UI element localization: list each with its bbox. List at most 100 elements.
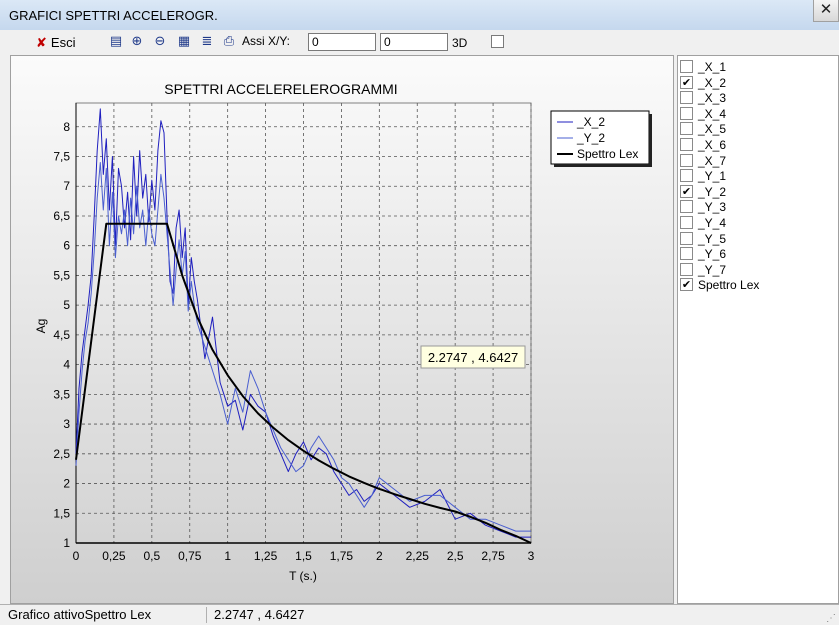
x-tick-label: 1 (224, 549, 231, 563)
spectra-chart[interactable]: 1 1,5 2 2,5 3 3,5 4 4,5 5 5,5 6 6,5 7 7,5 8 0 0,25 0,5 0,7… (11, 56, 673, 603)
y-tick-label: 6 (63, 239, 70, 253)
y-tick-label: 5 (63, 298, 70, 312)
resize-grip-icon[interactable]: ⋰ (826, 613, 836, 624)
series-list-item[interactable]: _Y_7 (680, 261, 830, 277)
series-checkbox[interactable]: ✔ (680, 184, 693, 198)
series-list: _X_1 ✔ _X_2 _X_3 _X_4 _X_5 _X_6 _X_7 _Y_1 ✔ _Y_2 _Y… (677, 55, 839, 604)
zoom-in-icon[interactable]: ⊕ (129, 34, 145, 50)
series-label: _X_5 (698, 122, 727, 137)
y-tick-label: 7 (63, 179, 70, 193)
axes-label: Assi X/Y: (242, 34, 291, 48)
x-tick-label: 2,75 (481, 549, 505, 563)
close-icon: ✕ (819, 1, 833, 18)
x-tick-label: 2 (376, 549, 383, 563)
x-tick-label: 0,75 (178, 549, 202, 563)
y-tick-label: 1 (63, 536, 70, 550)
series-checkbox[interactable] (680, 216, 693, 229)
y-tick-label: 4,5 (53, 328, 70, 342)
3d-checkbox[interactable] (491, 35, 504, 48)
series-list-item[interactable]: _X_6 (680, 136, 830, 152)
series-checkbox[interactable]: ✔ (680, 278, 693, 292)
y-tick-label: 4 (63, 358, 70, 372)
series-label: _X_7 (698, 153, 727, 168)
x-tick-label: 0,5 (143, 549, 160, 563)
series-list-item[interactable]: _Y_3 (680, 198, 830, 214)
series-checkbox[interactable] (680, 153, 693, 167)
series-checkbox[interactable] (680, 122, 693, 136)
series-list-item[interactable]: _Y_1 (680, 167, 830, 183)
x-tick-label: 0,25 (102, 549, 126, 563)
series-list-item[interactable]: ✔ _X_2 (680, 74, 830, 90)
series-list-item[interactable]: ✔ _Y_2 (680, 183, 830, 199)
title-bar: GRAFICI SPETTRI ACCELEROGR. ✕ (0, 0, 839, 30)
y-tick-label: 3,5 (53, 387, 70, 401)
series-label: _Y_4 (698, 216, 727, 230)
series-label: Spettro Lex (698, 278, 760, 293)
series-checkbox[interactable] (680, 231, 693, 245)
series-checkbox[interactable] (680, 169, 693, 183)
series-list-item[interactable]: _Y_6 (680, 245, 830, 261)
series-label: _Y_1 (698, 169, 727, 184)
series-checkbox[interactable] (680, 106, 693, 120)
y-tick-label: 8 (63, 120, 70, 134)
axis-y-input[interactable] (380, 33, 448, 51)
legend-entry: _X_2 (576, 115, 605, 129)
y-tick-label: 2 (63, 477, 70, 491)
y-axis-label: Ag (34, 319, 48, 334)
app-window: GRAFICI SPETTRI ACCELEROGR. ✕ ✘ Esci ▤ ⊕ … (0, 0, 839, 625)
legend-shadow-right (649, 114, 652, 167)
chart-title: SPETTRI ACCELERELEROGRAMMI (164, 81, 397, 97)
x-tick-label: 2,5 (447, 549, 464, 563)
y-tick-label: 5,5 (53, 268, 70, 282)
series-label: _Y_6 (698, 247, 727, 262)
series-checkbox[interactable] (680, 247, 693, 261)
status-active-chart: Grafico attivoSpettro Lex (8, 607, 207, 623)
series-label: _X_2 (698, 75, 727, 90)
series-checkbox[interactable] (680, 60, 693, 73)
series-list-item[interactable]: _X_3 (680, 89, 830, 105)
series-checkbox[interactable] (680, 138, 693, 151)
series-label: _Y_2 (698, 184, 727, 199)
x-tick-label: 1,75 (330, 549, 354, 563)
legend-shadow-bottom (554, 164, 652, 167)
x-tick-label: 1,25 (254, 549, 278, 563)
x-axis-label: T (s.) (289, 569, 317, 583)
series-checkbox[interactable] (680, 200, 693, 214)
legend-entry: _Y_2 (576, 131, 605, 145)
print-icon[interactable]: ⎙ (221, 34, 237, 50)
series-checkbox[interactable] (680, 262, 693, 276)
series-label: _X_6 (698, 138, 727, 152)
series-list-item[interactable]: _X_1 (680, 58, 830, 74)
y-tick-label: 2,5 (53, 447, 70, 461)
series-list-item[interactable]: _Y_5 (680, 230, 830, 246)
copy-icon[interactable]: ▦ (176, 34, 192, 50)
x-tick-label: 1,5 (295, 549, 312, 563)
series-list-item[interactable]: _X_5 (680, 120, 830, 136)
series-label: _Y_5 (698, 231, 727, 246)
save-icon[interactable]: ▤ (108, 34, 124, 50)
close-button[interactable]: ✕ (813, 0, 839, 22)
series-list-item[interactable]: _Y_4 (680, 214, 830, 230)
status-coords: 2.2747 , 4.6427 (214, 607, 305, 622)
series-checkbox[interactable]: ✔ (680, 75, 693, 89)
series-label: _Y_3 (698, 200, 727, 215)
status-bar: Grafico attivoSpettro Lex 2.2747 , 4.642… (0, 604, 839, 625)
series-checkbox[interactable] (680, 91, 693, 105)
series-list-item[interactable]: _X_7 (680, 152, 830, 168)
layers-icon[interactable]: ≣ (199, 34, 215, 50)
zoom-out-icon[interactable]: ⊖ (152, 34, 168, 50)
x-tick-label: 3 (528, 549, 535, 563)
series-list-item[interactable]: _X_4 (680, 105, 830, 121)
axis-x-input[interactable] (308, 33, 376, 51)
y-tick-label: 6,5 (53, 209, 70, 223)
series-label: _Y_7 (698, 262, 727, 277)
y-tick-label: 1,5 (53, 506, 70, 520)
series-list-item[interactable]: ✔ Spettro Lex (680, 276, 830, 292)
window-title: GRAFICI SPETTRI ACCELEROGR. (9, 8, 218, 23)
y-tick-label: 7,5 (53, 150, 70, 164)
series-label: _X_4 (698, 106, 727, 121)
series-label: _X_1 (698, 60, 727, 74)
x-tick-label: 0 (73, 549, 80, 563)
exit-button[interactable]: ✘ Esci (36, 35, 75, 51)
exit-icon: ✘ (36, 36, 47, 51)
